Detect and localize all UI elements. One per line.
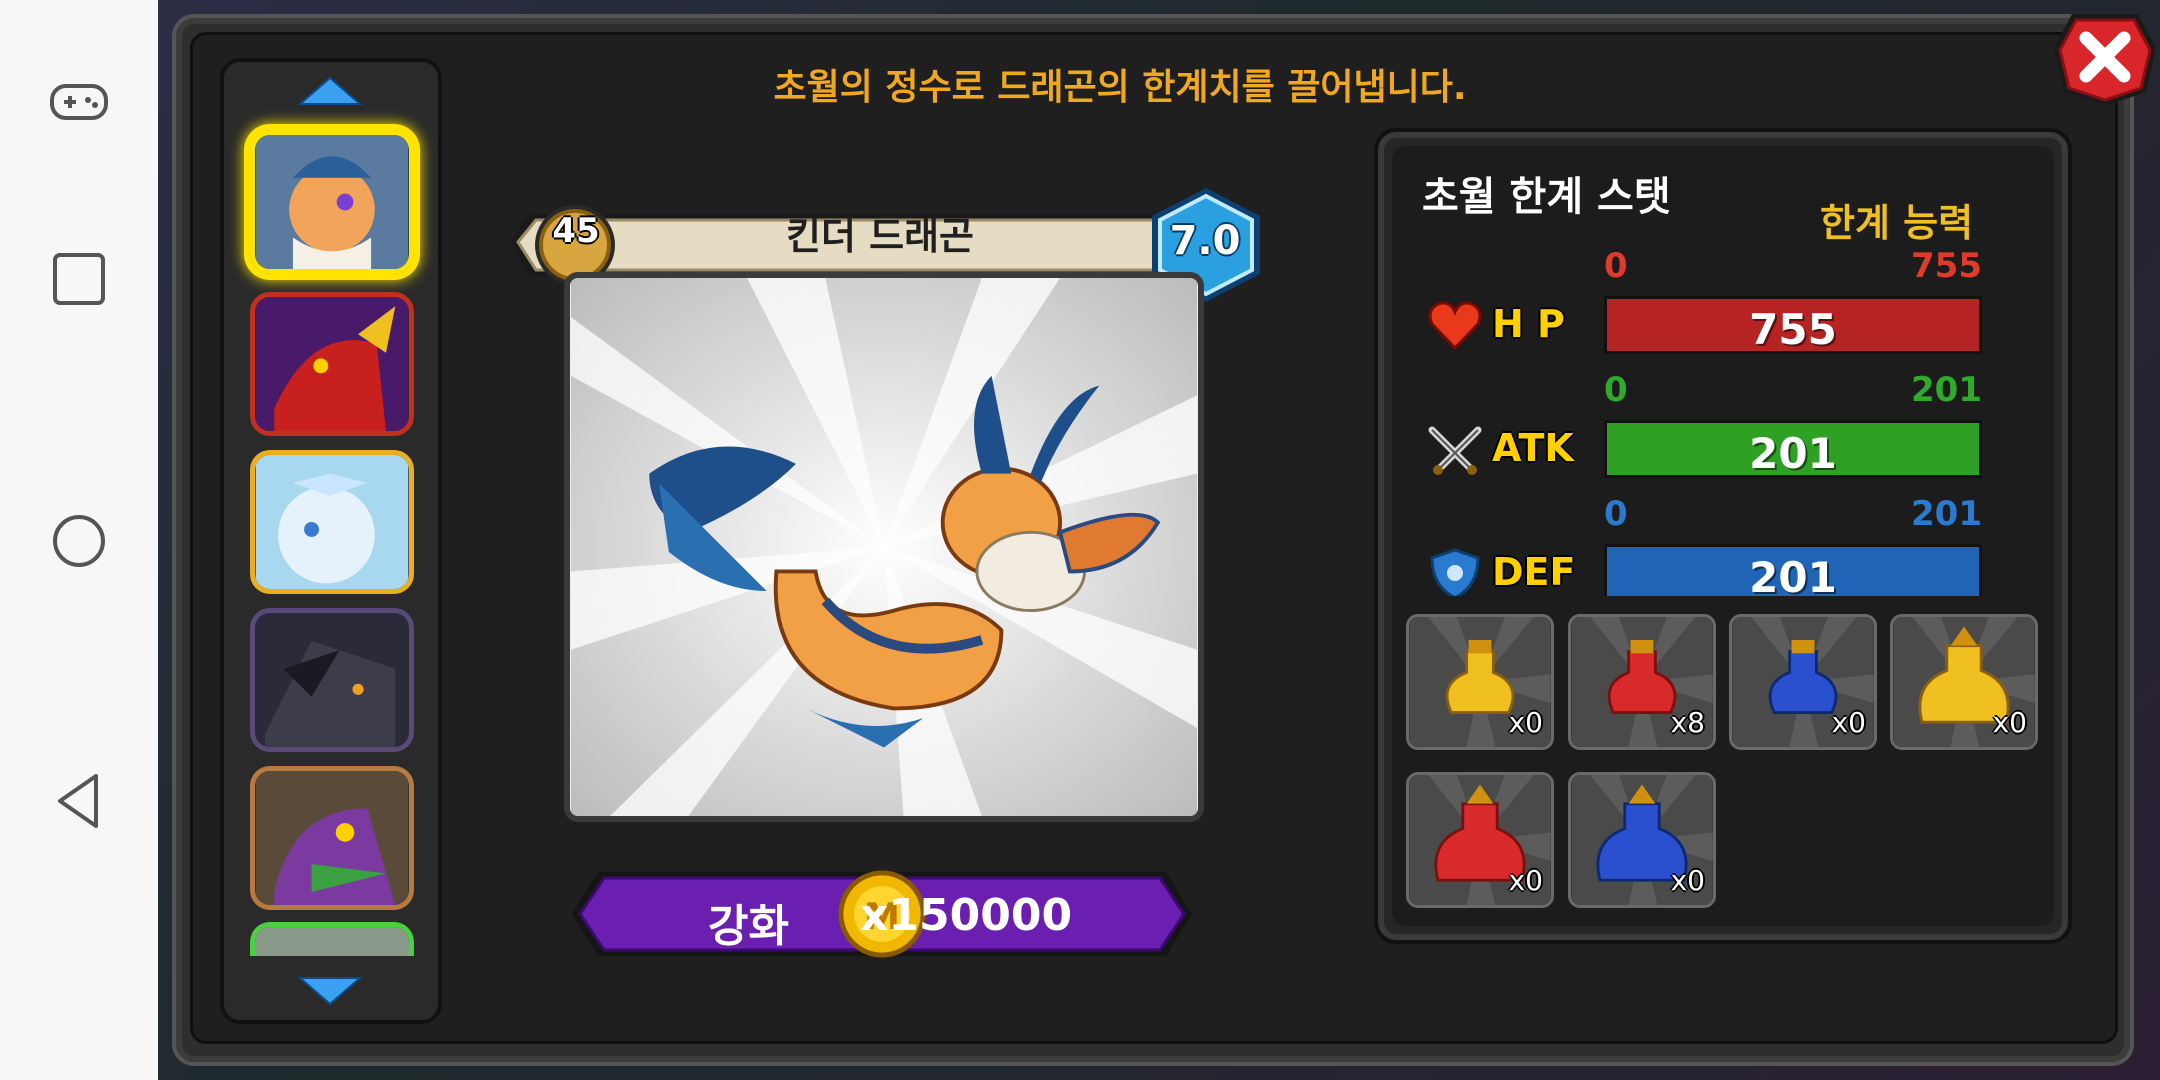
upgrade-button[interactable]: 강화 M x150000 xyxy=(568,868,1196,960)
dragon-thumb-ice[interactable] xyxy=(250,450,414,594)
potion-slot-large-yellow[interactable]: x0 xyxy=(1890,614,2038,750)
hp-label: H P xyxy=(1492,302,1565,346)
potion-slot-yellow[interactable]: x0 xyxy=(1406,614,1554,750)
potion-count: x0 xyxy=(1992,706,2027,739)
dragon-grade-badge: 7.0 xyxy=(1169,218,1241,264)
def-range-max: 201 xyxy=(1911,494,1982,534)
back-button[interactable] xyxy=(44,766,114,836)
dragon-thumb-green[interactable] xyxy=(250,922,414,956)
gamepad-icon[interactable] xyxy=(44,66,114,136)
potion-count: x8 xyxy=(1670,706,1705,739)
close-button[interactable] xyxy=(2050,8,2160,108)
dragon-portrait xyxy=(564,272,1204,822)
potion-slot-blue[interactable]: x0 xyxy=(1729,614,1877,750)
hp-value: 755 xyxy=(1749,305,1837,354)
atk-bar: 201 xyxy=(1604,420,1982,478)
limit-ability-title: 한계 능력 xyxy=(1820,201,1974,245)
potion-count: x0 xyxy=(1670,864,1705,897)
dragon-name: 킨더 드래곤 xyxy=(785,214,975,258)
atk-range-min: 0 xyxy=(1604,370,1628,410)
system-nav-bar xyxy=(0,0,158,1080)
def-range-min: 0 xyxy=(1604,494,1628,534)
def-bar: 201 xyxy=(1604,544,1982,596)
potion-count: x0 xyxy=(1508,864,1543,897)
dragon-thumb-red[interactable] xyxy=(250,292,414,436)
atk-label: ATK xyxy=(1492,426,1574,470)
def-value: 201 xyxy=(1749,553,1837,596)
potion-count: x0 xyxy=(1831,706,1866,739)
stat-panel-title: 초월 한계 스탯 xyxy=(1422,174,1671,220)
scroll-up-arrow-icon[interactable] xyxy=(297,76,363,106)
dragon-thumb-kinder[interactable] xyxy=(250,130,414,274)
hp-range-max: 755 xyxy=(1911,246,1982,286)
dragon-thumb-dark[interactable] xyxy=(250,608,414,752)
hp-range-min: 0 xyxy=(1604,246,1628,286)
potion-slot-large-red[interactable]: x0 xyxy=(1406,772,1554,908)
def-row: DEF 201 xyxy=(1400,530,2020,596)
hp-bar: 755 xyxy=(1604,296,1982,354)
dragon-thumb-purple[interactable] xyxy=(250,766,414,910)
potion-slot-large-blue[interactable]: x0 xyxy=(1568,772,1716,908)
atk-value: 201 xyxy=(1749,429,1837,478)
page-description: 초월의 정수로 드래곤의 한계치를 끌어냅니다. xyxy=(773,67,1467,108)
potion-slot-red[interactable]: x8 xyxy=(1568,614,1716,750)
heart-icon xyxy=(1426,300,1484,352)
def-label: DEF xyxy=(1492,550,1576,594)
dragon-level: 45 xyxy=(552,211,600,251)
home-button[interactable] xyxy=(44,506,114,576)
shield-icon xyxy=(1426,548,1484,596)
recent-apps-button[interactable] xyxy=(44,244,114,314)
scroll-down-arrow-icon[interactable] xyxy=(297,976,363,1006)
crossed-swords-icon xyxy=(1426,424,1484,476)
atk-range-max: 201 xyxy=(1911,370,1982,410)
upgrade-cost: x150000 xyxy=(860,890,1073,941)
potion-count: x0 xyxy=(1508,706,1543,739)
